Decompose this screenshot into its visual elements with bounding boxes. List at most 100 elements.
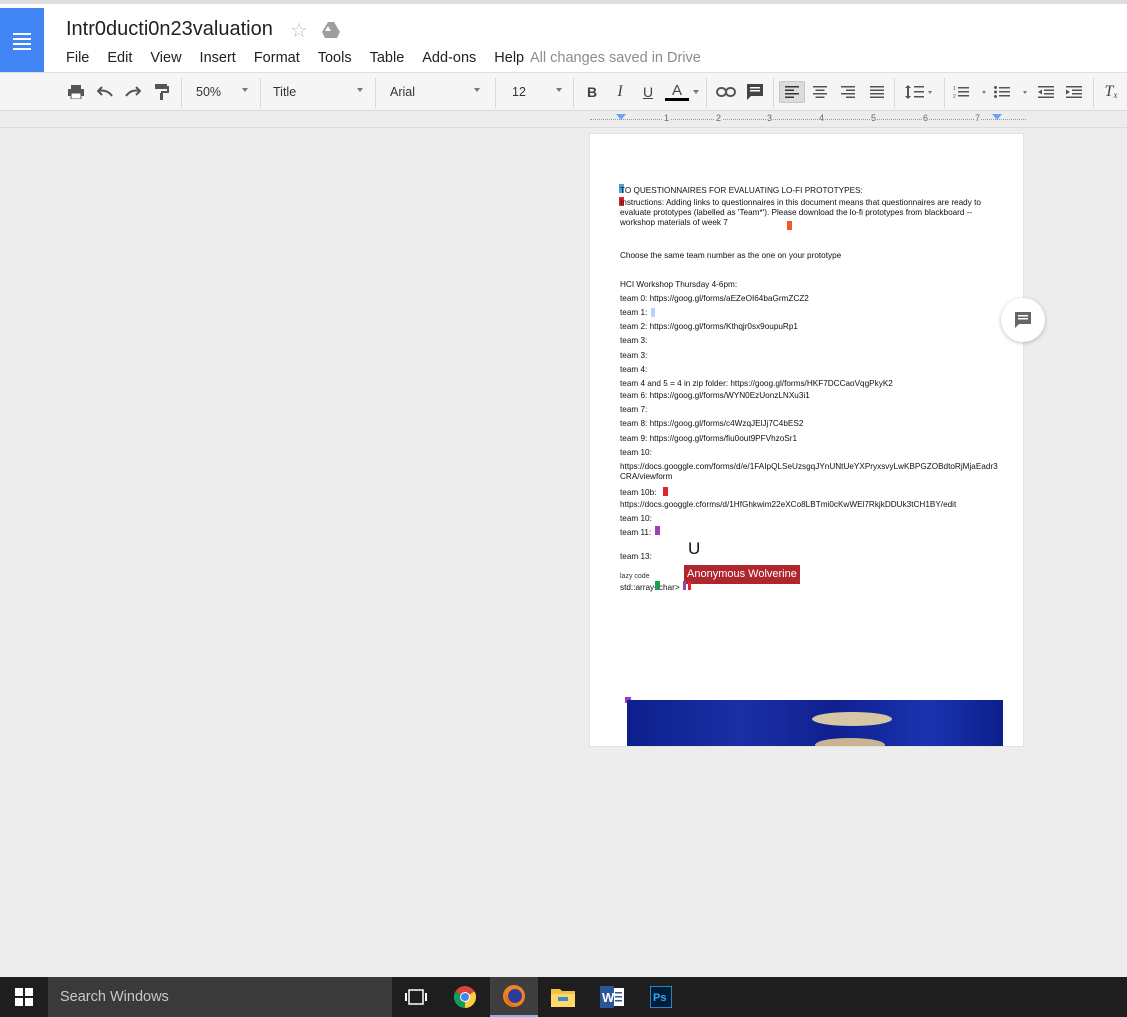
right-indent-marker[interactable] <box>992 114 1002 120</box>
increase-indent-icon[interactable] <box>1063 81 1085 103</box>
ruler[interactable]: 1 2 3 4 5 6 7 <box>590 113 1026 125</box>
print-icon[interactable] <box>66 81 86 103</box>
doc-line: team 11: <box>620 528 652 537</box>
link-icon[interactable] <box>714 81 738 103</box>
large-character: U <box>688 539 701 558</box>
align-center-button[interactable] <box>809 81 831 103</box>
redo-icon[interactable] <box>123 81 143 103</box>
text-color-swatch <box>665 97 689 101</box>
ruler-number: 3 <box>766 113 774 123</box>
add-comment-button[interactable] <box>1001 298 1045 342</box>
app-window: Intr0ducti0n23valuation ☆ File Edit View… <box>0 0 1127 1017</box>
menu-view[interactable]: View <box>150 50 181 66</box>
word-icon[interactable]: W <box>588 977 636 1017</box>
doc-line: team 4 and 5 = 4 in zip folder: https://… <box>620 379 893 388</box>
firefox-icon[interactable] <box>490 977 538 1017</box>
docs-home-icon[interactable] <box>0 8 44 74</box>
move-to-folder-icon[interactable] <box>322 21 340 39</box>
text-color-caret-icon[interactable] <box>692 81 700 103</box>
doc-line: team 1: <box>620 308 648 317</box>
underline-button[interactable]: U <box>639 81 657 103</box>
ruler-number: 6 <box>922 113 930 123</box>
doc-line: std::array<char> <box>620 583 680 592</box>
doc-line: team 7: <box>620 405 648 414</box>
task-view-icon[interactable] <box>392 977 440 1017</box>
svg-text:Ps: Ps <box>653 992 666 1004</box>
align-left-button[interactable] <box>779 81 805 103</box>
windows-search-input[interactable]: Search Windows <box>48 977 392 1017</box>
italic-button[interactable]: I <box>611 81 629 103</box>
document-title[interactable]: Intr0ducti0n23valuation <box>66 18 273 41</box>
menu-help[interactable]: Help <box>494 50 524 66</box>
insert-comment-icon[interactable] <box>745 81 765 103</box>
collaborator-cursor <box>683 581 686 590</box>
font-value: Arial <box>390 85 416 99</box>
collaborator-name-tag: Anonymous Wolverine <box>684 565 800 584</box>
save-status: All changes saved in Drive <box>530 50 701 66</box>
photoshop-icon[interactable]: Ps <box>637 977 685 1017</box>
style-dropdown[interactable]: Title <box>273 81 363 103</box>
style-value: Title <box>273 85 297 99</box>
text-color-button[interactable]: A <box>664 81 690 103</box>
collaborator-cursor <box>651 308 655 317</box>
decrease-indent-icon[interactable] <box>1035 81 1057 103</box>
align-right-button[interactable] <box>837 81 859 103</box>
menu-table[interactable]: Table <box>370 50 405 66</box>
menu-file[interactable]: File <box>66 50 89 66</box>
font-size-dropdown[interactable]: 12 <box>512 81 562 103</box>
doc-heading: TO QUESTIONNAIRES FOR EVALUATING LO-FI P… <box>620 186 863 195</box>
ruler-number: 2 <box>715 113 723 123</box>
menu-format[interactable]: Format <box>254 50 300 66</box>
svg-text:W: W <box>602 990 615 1005</box>
menu-addons[interactable]: Add-ons <box>422 50 476 66</box>
paint-format-icon[interactable] <box>152 81 172 103</box>
menu-bar: File Edit View Insert Format Tools Table… <box>66 50 542 66</box>
doc-line: team 4: <box>620 365 648 374</box>
collaborator-cursor <box>655 581 660 590</box>
doc-line: team 6: https://goog.gl/forms/WYN0EzUonz… <box>620 391 810 400</box>
font-dropdown[interactable]: Arial <box>390 81 480 103</box>
svg-text:1: 1 <box>953 86 956 92</box>
numbered-list-icon[interactable]: 12 <box>951 81 989 103</box>
menu-insert[interactable]: Insert <box>200 50 236 66</box>
doc-line: lazy code <box>620 573 650 580</box>
file-explorer-icon[interactable] <box>539 977 587 1017</box>
collaborator-cursor <box>787 221 792 230</box>
collaborator-cursor <box>688 581 691 590</box>
menu-tools[interactable]: Tools <box>318 50 352 66</box>
doc-line: team 10: <box>620 514 652 523</box>
doc-line: team 0: https://goog.gl/forms/aEZeOI64ba… <box>620 294 809 303</box>
bulleted-list-icon[interactable] <box>992 81 1030 103</box>
ruler-number: 1 <box>663 113 671 123</box>
document-page[interactable]: TO QUESTIONNAIRES FOR EVALUATING LO-FI P… <box>590 134 1023 746</box>
line-spacing-icon[interactable] <box>902 81 936 103</box>
doc-line: team 8: https://goog.gl/forms/c4WzqJElJj… <box>620 419 804 428</box>
doc-line: team 3: <box>620 336 648 345</box>
doc-line: HCI Workshop Thursday 4-6pm: <box>620 280 738 289</box>
font-size-value: 12 <box>512 85 526 99</box>
windows-start-icon[interactable] <box>0 977 48 1017</box>
star-icon[interactable]: ☆ <box>290 18 308 43</box>
undo-icon[interactable] <box>95 81 115 103</box>
document-canvas[interactable]: 1 2 3 4 5 6 7 TO QUESTIONNAIRES FOR EVAL… <box>0 111 1127 977</box>
doc-line: team 9: https://goog.gl/forms/fiu0out9PF… <box>620 434 798 443</box>
windows-taskbar: Search Windows W Ps <box>0 977 1127 1017</box>
ruler-number: 7 <box>974 113 982 123</box>
bold-button[interactable]: B <box>583 81 601 103</box>
menu-edit[interactable]: Edit <box>107 50 132 66</box>
doc-line: Choose the same team number as the one o… <box>620 251 842 260</box>
ruler-number: 5 <box>870 113 878 123</box>
chrome-icon[interactable] <box>441 977 489 1017</box>
justify-button[interactable] <box>866 81 888 103</box>
doc-link[interactable]: https://docs.googgle.com/forms/d/e/1FAIp… <box>620 462 1000 482</box>
doc-link[interactable]: https://docs.googgle.cforms/d/1HfGhkwim2… <box>620 500 956 510</box>
left-indent-marker[interactable] <box>616 114 626 120</box>
embedded-image[interactable] <box>627 700 1003 746</box>
collaborator-cursor <box>655 526 660 535</box>
doc-line: team 2: https://goog.gl/forms/Kthqjr0sx9… <box>620 322 798 331</box>
svg-text:2: 2 <box>953 94 956 99</box>
formatting-toolbar: 50% Title Arial 12 B I U A 1 2 T x <box>0 72 1127 111</box>
zoom-dropdown[interactable]: 50% <box>196 81 248 103</box>
clear-formatting-icon[interactable]: Tx <box>1100 81 1122 103</box>
text-color-letter: A <box>671 81 682 99</box>
